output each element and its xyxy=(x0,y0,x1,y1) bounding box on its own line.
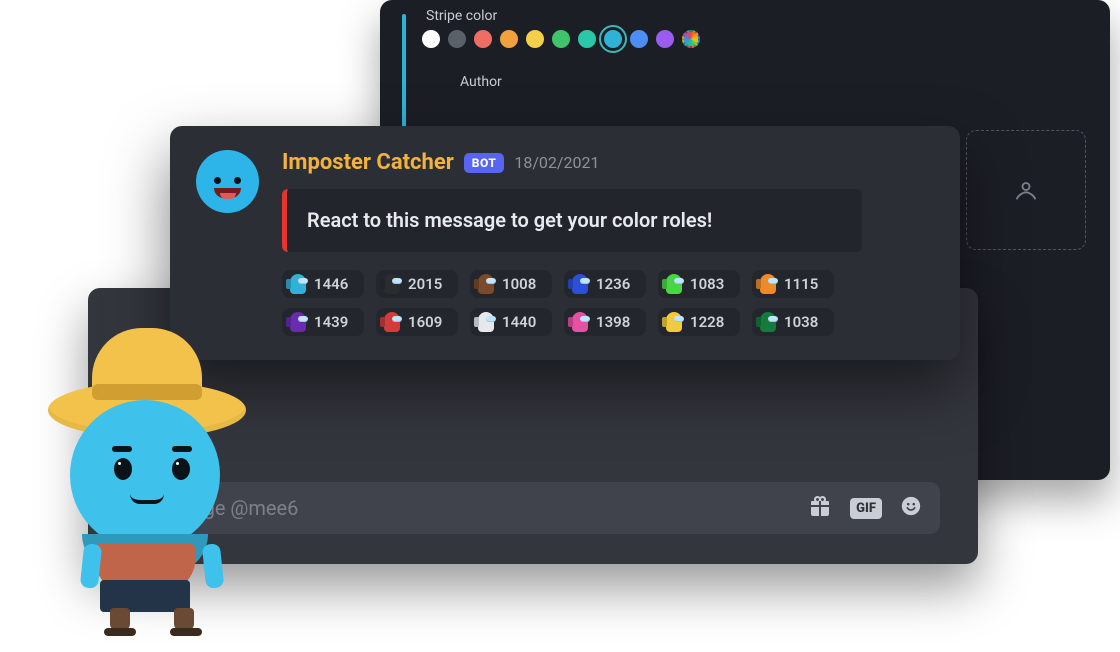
crewmate-icon xyxy=(760,312,776,332)
swatch-purple[interactable] xyxy=(656,30,674,48)
swatch-red[interactable] xyxy=(474,30,492,48)
reaction-count: 2015 xyxy=(408,275,442,293)
reaction-brown[interactable]: 1008 xyxy=(470,270,552,298)
reaction-red[interactable]: 1609 xyxy=(376,308,458,336)
crewmate-icon xyxy=(572,312,588,332)
reaction-count: 1439 xyxy=(314,313,348,331)
stripe-color-swatches xyxy=(422,30,700,48)
reaction-count: 1228 xyxy=(690,313,724,331)
reaction-cyan[interactable]: 1446 xyxy=(282,270,364,298)
reaction-white[interactable]: 1440 xyxy=(470,308,552,336)
crewmate-icon xyxy=(290,274,306,294)
reaction-count: 1038 xyxy=(784,313,818,331)
gif-button[interactable]: GIF xyxy=(850,498,882,519)
crewmate-icon xyxy=(384,312,400,332)
swatch-slate[interactable] xyxy=(448,30,466,48)
swatch-orange[interactable] xyxy=(500,30,518,48)
message-timestamp: 18/02/2021 xyxy=(514,153,599,172)
swatch-teal[interactable] xyxy=(578,30,596,48)
crewmate-icon xyxy=(760,274,776,294)
reaction-bar: 1446 2015 1008 1236 1083 1115 1439 1609 1440 1398… xyxy=(282,270,882,336)
author-name[interactable]: Imposter Catcher xyxy=(282,150,454,175)
image-placeholder-icon xyxy=(1012,176,1040,204)
reaction-count: 1008 xyxy=(502,275,536,293)
reaction-count: 1446 xyxy=(314,275,348,293)
reaction-lime[interactable]: 1083 xyxy=(658,270,740,298)
settings-stripe xyxy=(402,14,406,134)
embed-text: React to this message to get your color … xyxy=(307,207,842,234)
reaction-green[interactable]: 1038 xyxy=(752,308,834,336)
bot-tag: BOT xyxy=(464,153,505,173)
reaction-count: 1115 xyxy=(784,275,818,293)
reaction-blue[interactable]: 1236 xyxy=(564,270,646,298)
crewmate-icon xyxy=(572,274,588,294)
crewmate-icon xyxy=(666,274,682,294)
crewmate-icon xyxy=(666,312,682,332)
swatch-blue[interactable] xyxy=(630,30,648,48)
message-embed: React to this message to get your color … xyxy=(282,189,862,252)
swatch-yellow[interactable] xyxy=(526,30,544,48)
reaction-pink[interactable]: 1398 xyxy=(564,308,646,336)
author-avatar[interactable] xyxy=(196,150,259,213)
crewmate-icon xyxy=(478,274,494,294)
reaction-yellow[interactable]: 1228 xyxy=(658,308,740,336)
swatch-white[interactable] xyxy=(422,30,440,48)
stripe-color-label: Stripe color xyxy=(426,8,497,24)
crewmate-icon xyxy=(478,312,494,332)
swatch-cyan[interactable] xyxy=(604,30,622,48)
reaction-count: 1236 xyxy=(596,275,630,293)
reaction-black[interactable]: 2015 xyxy=(376,270,458,298)
author-label: Author xyxy=(460,74,502,90)
author-image-dropzone[interactable] xyxy=(966,130,1086,250)
crewmate-icon xyxy=(384,274,400,294)
reaction-count: 1440 xyxy=(502,313,536,331)
emoji-icon[interactable] xyxy=(900,495,922,521)
mascot-character xyxy=(42,308,262,648)
reaction-count: 1609 xyxy=(408,313,442,331)
swatch-green[interactable] xyxy=(552,30,570,48)
reaction-purple[interactable]: 1439 xyxy=(282,308,364,336)
reaction-count: 1398 xyxy=(596,313,630,331)
reaction-orange[interactable]: 1115 xyxy=(752,270,834,298)
crewmate-icon xyxy=(290,312,306,332)
reaction-count: 1083 xyxy=(690,275,724,293)
message-card: Imposter Catcher BOT 18/02/2021 React to… xyxy=(170,126,960,360)
swatch-rainbow[interactable] xyxy=(682,30,700,48)
gift-icon[interactable] xyxy=(808,494,832,522)
